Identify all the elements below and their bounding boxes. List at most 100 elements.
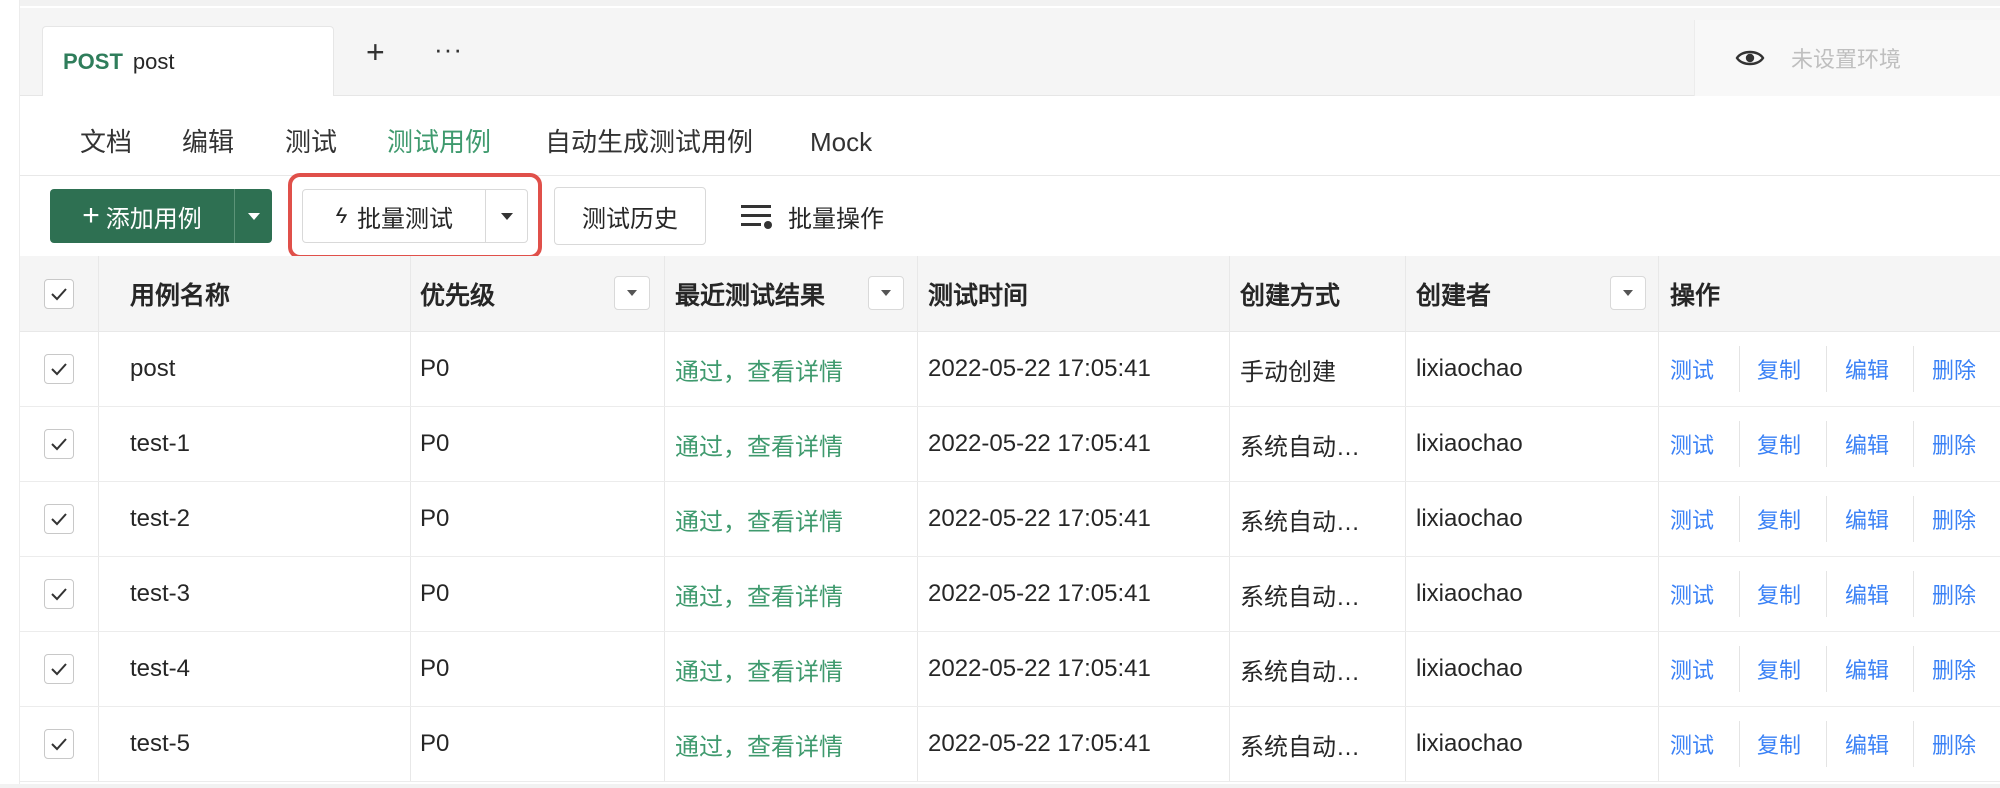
select-all-cell bbox=[44, 256, 74, 331]
header-creation-method: 创建方式 bbox=[1240, 281, 1341, 310]
tab-docs[interactable]: 文档 bbox=[80, 126, 132, 158]
test-time: 2022-05-22 17:05:41 bbox=[928, 580, 1151, 607]
chevron-down-icon bbox=[247, 212, 260, 220]
tab-test-cases[interactable]: 测试用例 bbox=[387, 126, 491, 158]
column-divider bbox=[917, 482, 918, 556]
action-test-link[interactable]: 测试 bbox=[1670, 632, 1714, 706]
check-icon bbox=[51, 738, 67, 751]
row-select-cell bbox=[44, 557, 74, 631]
batch-test-dropdown-button[interactable] bbox=[485, 190, 527, 242]
tab-mock[interactable]: Mock bbox=[810, 126, 872, 158]
column-divider bbox=[410, 332, 411, 406]
row-checkbox[interactable] bbox=[44, 579, 74, 609]
column-divider bbox=[1405, 407, 1406, 481]
column-divider bbox=[1405, 332, 1406, 406]
action-test-link[interactable]: 测试 bbox=[1670, 332, 1714, 406]
tab-edit[interactable]: 编辑 bbox=[182, 126, 234, 158]
row-checkbox[interactable] bbox=[44, 729, 74, 759]
result-link[interactable]: 通过，查看详情 bbox=[675, 707, 843, 781]
column-divider bbox=[917, 557, 918, 631]
header-creator: 创建者 bbox=[1416, 281, 1492, 310]
column-divider bbox=[1658, 256, 1659, 331]
add-case-button[interactable]: + 添加用例 bbox=[50, 189, 234, 243]
plus-icon: + bbox=[82, 199, 100, 232]
action-delete-link[interactable]: 删除 bbox=[1932, 707, 1976, 781]
new-tab-plus-icon[interactable]: + bbox=[366, 36, 385, 68]
result-link[interactable]: 通过，查看详情 bbox=[675, 332, 843, 406]
action-copy-link[interactable]: 复制 bbox=[1757, 482, 1801, 556]
action-edit-link[interactable]: 编辑 bbox=[1845, 557, 1889, 631]
header-priority: 优先级 bbox=[420, 281, 496, 310]
result-link[interactable]: 通过，查看详情 bbox=[675, 632, 843, 706]
select-all-checkbox[interactable] bbox=[44, 278, 74, 309]
action-separator bbox=[1739, 721, 1740, 767]
action-edit-link[interactable]: 编辑 bbox=[1845, 707, 1889, 781]
action-copy-link[interactable]: 复制 bbox=[1757, 632, 1801, 706]
action-delete-link[interactable]: 删除 bbox=[1932, 557, 1976, 631]
action-test-link[interactable]: 测试 bbox=[1670, 482, 1714, 556]
action-copy-link[interactable]: 复制 bbox=[1757, 332, 1801, 406]
eye-icon bbox=[1735, 50, 1765, 66]
action-copy-link[interactable]: 复制 bbox=[1757, 407, 1801, 481]
action-test-link[interactable]: 测试 bbox=[1670, 557, 1714, 631]
table-row: test-2 P0 通过，查看详情 2022-05-22 17:05:41 系统… bbox=[20, 482, 2000, 557]
column-divider bbox=[1229, 407, 1230, 481]
action-separator bbox=[1913, 721, 1914, 767]
add-case-label: 添加用例 bbox=[105, 205, 202, 233]
priority-filter-button[interactable] bbox=[614, 276, 650, 310]
batch-test-button[interactable]: ϟ 批量测试 bbox=[303, 190, 485, 242]
list-settings-icon bbox=[741, 205, 772, 229]
row-checkbox[interactable] bbox=[44, 354, 74, 384]
action-delete-link[interactable]: 删除 bbox=[1932, 332, 1976, 406]
row-checkbox[interactable] bbox=[44, 429, 74, 459]
add-case-dropdown-button[interactable] bbox=[234, 189, 272, 243]
action-edit-link[interactable]: 编辑 bbox=[1845, 632, 1889, 706]
column-divider bbox=[98, 632, 99, 706]
action-delete-link[interactable]: 删除 bbox=[1932, 632, 1976, 706]
action-separator bbox=[1913, 421, 1914, 467]
action-edit-link[interactable]: 编辑 bbox=[1845, 482, 1889, 556]
row-checkbox[interactable] bbox=[44, 654, 74, 684]
result-link[interactable]: 通过，查看详情 bbox=[675, 407, 843, 481]
row-select-cell bbox=[44, 482, 74, 556]
action-copy-link[interactable]: 复制 bbox=[1757, 557, 1801, 631]
test-history-button[interactable]: 测试历史 bbox=[554, 187, 706, 245]
test-time: 2022-05-22 17:05:41 bbox=[928, 730, 1151, 757]
add-case-button-group: + 添加用例 bbox=[50, 189, 272, 243]
action-test-link[interactable]: 测试 bbox=[1670, 407, 1714, 481]
column-divider bbox=[410, 707, 411, 781]
action-delete-link[interactable]: 删除 bbox=[1932, 407, 1976, 481]
test-history-label: 测试历史 bbox=[582, 205, 678, 233]
action-delete-link[interactable]: 删除 bbox=[1932, 482, 1976, 556]
case-name: test-2 bbox=[130, 505, 191, 532]
action-edit-link[interactable]: 编辑 bbox=[1845, 332, 1889, 406]
column-divider bbox=[1405, 256, 1406, 331]
column-divider bbox=[1229, 256, 1230, 331]
action-test-link[interactable]: 测试 bbox=[1670, 707, 1714, 781]
request-name: post bbox=[132, 48, 175, 74]
more-tabs-icon[interactable]: ··· bbox=[434, 34, 463, 64]
column-divider bbox=[1658, 707, 1659, 781]
request-tab-post[interactable]: POST post bbox=[42, 26, 334, 96]
column-divider bbox=[1229, 707, 1230, 781]
environment-selector[interactable]: 未设置环境 bbox=[1694, 20, 2000, 96]
creator: lixiaochao bbox=[1416, 430, 1523, 457]
creator-filter-button[interactable] bbox=[1610, 276, 1646, 310]
case-priority: P0 bbox=[420, 655, 450, 682]
action-copy-link[interactable]: 复制 bbox=[1757, 707, 1801, 781]
result-link[interactable]: 通过，查看详情 bbox=[675, 482, 843, 556]
case-name: test-4 bbox=[130, 655, 191, 682]
column-divider bbox=[98, 707, 99, 781]
creation-method: 系统自动… bbox=[1240, 733, 1360, 761]
action-edit-link[interactable]: 编辑 bbox=[1845, 407, 1889, 481]
case-priority: P0 bbox=[420, 355, 450, 382]
tab-auto-generate-cases[interactable]: 自动生成测试用例 bbox=[545, 126, 753, 158]
column-divider bbox=[410, 632, 411, 706]
row-checkbox[interactable] bbox=[44, 504, 74, 534]
result-filter-button[interactable] bbox=[868, 276, 904, 310]
test-time: 2022-05-22 17:05:41 bbox=[928, 505, 1151, 532]
bulk-operations-button[interactable]: 批量操作 bbox=[740, 189, 884, 243]
result-link[interactable]: 通过，查看详情 bbox=[675, 557, 843, 631]
tab-test[interactable]: 测试 bbox=[285, 126, 337, 158]
action-separator bbox=[1913, 646, 1914, 692]
